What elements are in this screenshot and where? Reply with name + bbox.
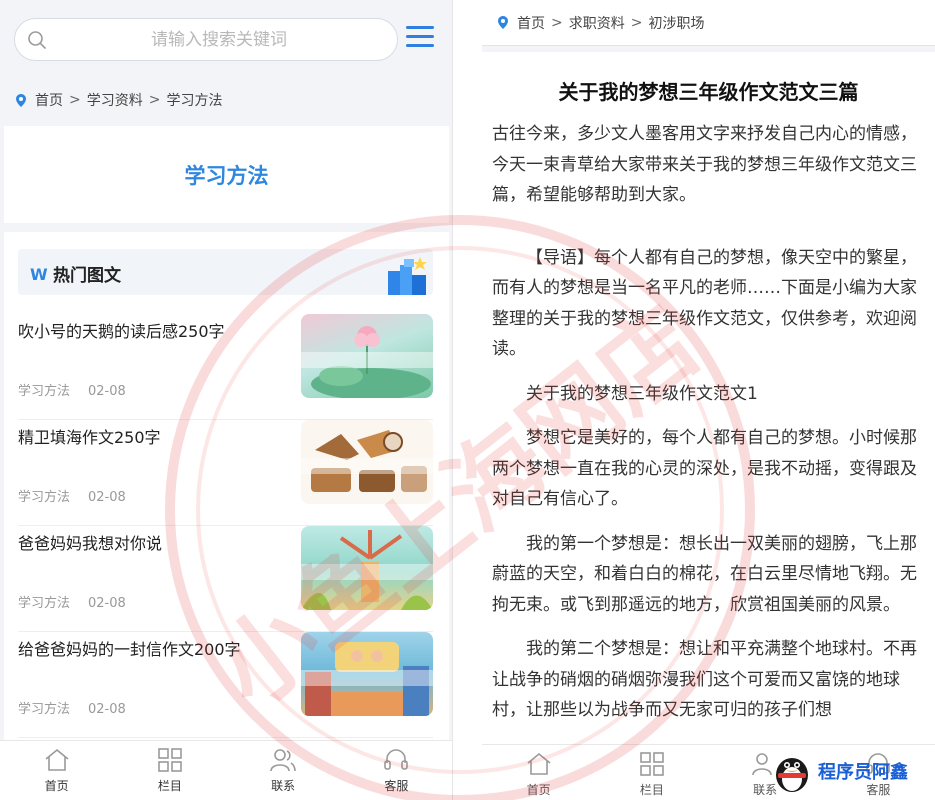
breadcrumb: 首页 > 求职资料 > 初涉职场 [482,0,935,46]
tab-home[interactable]: 首页 [0,741,113,800]
list-item-title[interactable]: 爸爸妈妈我想对你说 [18,530,288,554]
tab-label: 栏目 [639,783,664,797]
breadcrumb-separator: > [551,14,563,31]
hot-articles-header: W 热门图文 [18,249,433,295]
grid-icon [158,748,182,772]
search-input[interactable] [59,19,379,60]
penguin-logo-icon [776,758,808,792]
menu-icon[interactable] [406,26,434,52]
location-pin-icon [498,16,508,29]
list-item-meta: 学习方法 02-08 [18,592,126,611]
breadcrumb-separator: > [69,92,81,108]
hot-articles-card: W 热门图文 吹小号的天鹅的读后感250字 学习方法 02-08 精卫填海作文2… [4,232,449,752]
bottom-tab-bar: 首页 栏目 联系 客服 [0,740,452,800]
list-item-title[interactable]: 精卫填海作文250字 [18,424,288,448]
list-item-meta: 学习方法 02-08 [18,486,126,505]
list-item-category: 学习方法 [18,596,71,611]
home-icon [45,748,69,771]
breadcrumb-separator: > [630,14,643,31]
breadcrumb-separator: > [148,92,161,108]
list-item-thumbnail[interactable] [301,526,433,610]
page-title-card: 学习方法 [4,126,449,223]
list-item-meta: 学习方法 02-08 [18,698,126,717]
w-logo-icon: W [30,265,48,284]
grid-icon [640,752,664,776]
search-icon [28,31,46,49]
headset-icon [384,749,409,770]
list-item-title[interactable]: 吹小号的天鹅的读后感250字 [18,318,288,342]
list-item-thumbnail[interactable] [301,420,433,504]
users-icon [270,749,296,772]
list-item-title[interactable]: 给爸爸妈妈的一封信作文200字 [18,636,288,660]
breadcrumb: 首页 > 学习资料 > 学习方法 [0,78,452,122]
list-item-date: 02-08 [88,702,126,717]
list-item[interactable]: 精卫填海作文250字 学习方法 02-08 [18,420,433,526]
right-phone-screen: 首页 > 求职资料 > 初涉职场 关于我的梦想三年级作文范文三篇 古往今来，多少… [482,0,935,800]
list-item-category: 学习方法 [18,384,71,399]
list-item-thumbnail[interactable] [301,314,433,398]
hot-articles-title: 热门图文 [53,266,121,286]
list-item-date: 02-08 [88,596,126,611]
article-paragraph: 梦想它是美好的，每个人都有自己的梦想。小时候那两个梦想一直在我的心灵的深处，是我… [492,428,917,509]
list-item-category: 学习方法 [18,490,71,505]
article-body: 关于我的梦想三年级作文范文三篇 古往今来，多少文人墨客用文字来抒发自己内心的情感… [482,52,935,740]
home-icon [527,752,551,775]
list-item[interactable]: 吹小号的天鹅的读后感250字 学习方法 02-08 [18,314,433,420]
tab-label: 首页 [44,779,69,793]
breadcrumb-home[interactable]: 首页 [35,90,63,110]
breadcrumb-home[interactable]: 首页 [517,13,545,33]
page-title: 学习方法 [184,163,269,188]
thumbnail-caption-band [301,564,433,580]
thumbnail-caption-band [301,670,433,686]
thumbnail-caption-band [301,352,433,368]
list-item[interactable]: 爸爸妈妈我想对你说 学习方法 02-08 [18,526,433,632]
breadcrumb-current[interactable]: 学习方法 [166,90,222,110]
list-item-meta: 学习方法 02-08 [18,380,126,399]
list-item-date: 02-08 [88,490,126,505]
left-phone-screen: 首页 > 学习资料 > 学习方法 学习方法 W 热门图文 吹小号的天鹅的读后感2… [0,0,453,800]
tab-home[interactable]: 首页 [482,745,595,800]
breadcrumb-section[interactable]: 学习资料 [87,90,143,110]
tab-label: 联系 [271,779,296,793]
tab-label: 首页 [526,783,551,797]
search-box[interactable] [14,18,398,61]
list-item-category: 学习方法 [18,702,71,717]
article-subtitle: 关于我的梦想三年级作文范文1 [526,383,758,404]
breadcrumb-current[interactable]: 初涉职场 [648,13,704,33]
tab-service[interactable]: 客服 [340,741,452,800]
article-guide: 【导语】每个人都有自己的梦想，像天空中的繁星，而有人的梦想是当一名平凡的老师……… [492,247,917,360]
tab-columns[interactable]: 栏目 [113,741,226,800]
list-item[interactable]: 给爸爸妈妈的一封信作文200字 学习方法 02-08 [18,632,433,738]
tab-label: 客服 [384,779,409,793]
tab-contact[interactable]: 联系 [227,741,340,800]
list-item-thumbnail[interactable] [301,632,433,716]
brand-text: 程序员阿鑫 [818,762,908,783]
article-intro: 古往今来，多少文人墨客用文字来抒发自己内心的情感，今天一束青草给大家带来关于我的… [492,124,917,205]
search-bar [0,0,452,78]
brand-badge: 程序员阿鑫 [772,748,932,794]
cubes-decoration-icon [388,257,427,295]
list-item-date: 02-08 [88,384,126,399]
article-paragraph: 我的第一个梦想是：想长出一双美丽的翅膀，飞上那蔚蓝的天空，和着白白的棉花，在白云… [492,533,917,615]
tab-label: 栏目 [157,779,182,793]
article-paragraph: 我的第二个梦想是：想让和平充满整个地球村。不再让战争的硝烟的硝烟弥漫我们这个可爱… [492,639,917,720]
tab-columns[interactable]: 栏目 [595,745,708,800]
thumbnail-caption-band [301,458,433,474]
breadcrumb-section[interactable]: 求职资料 [569,13,625,33]
article-title: 关于我的梦想三年级作文范文三篇 [558,80,859,104]
location-pin-icon [16,93,26,107]
